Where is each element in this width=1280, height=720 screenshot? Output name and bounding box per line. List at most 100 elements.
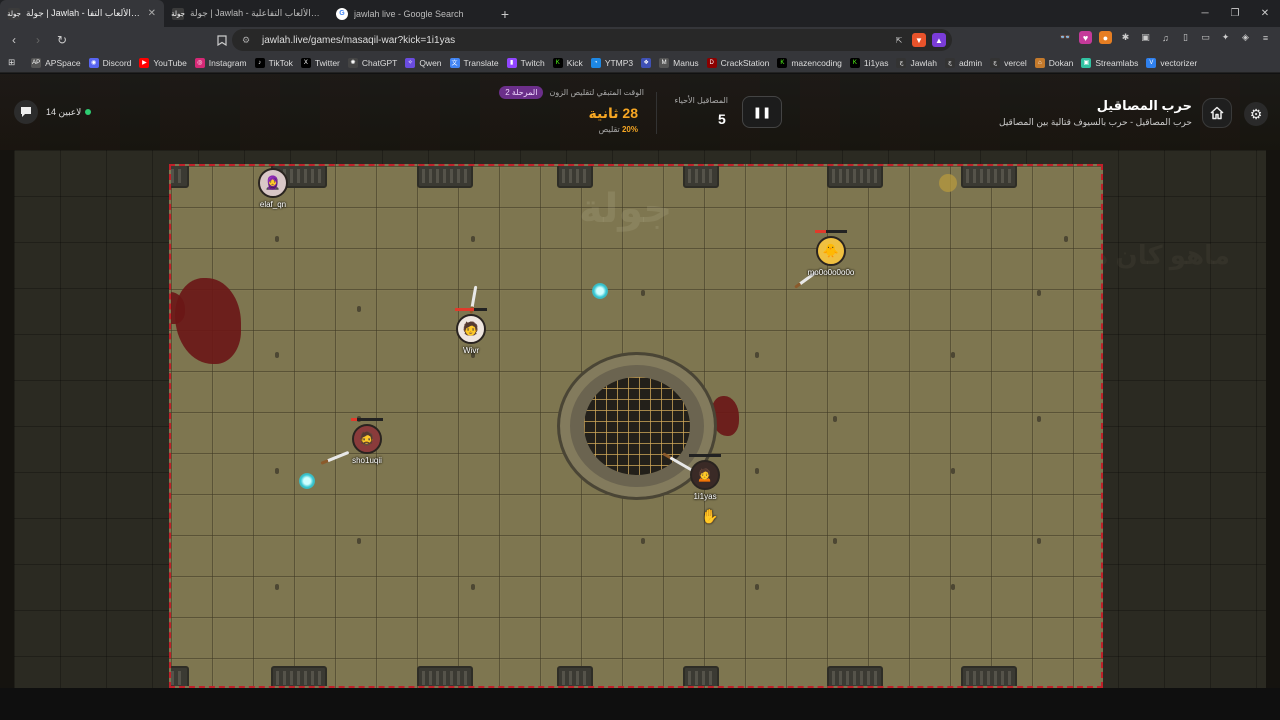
floor-stud (641, 538, 645, 544)
apps-grid-icon[interactable]: ⊞ (0, 57, 27, 68)
bookmark-label: Manus (673, 57, 699, 68)
kick-icon: K (777, 57, 788, 68)
health-fill (455, 308, 475, 311)
ytmp3-icon: ◔ (590, 57, 601, 68)
player-elaf-qn[interactable]: 🧕 elaf_qn (233, 168, 313, 209)
arena-zone[interactable]: جولة 🧕 elaf_qn 🐥 mo0o0o0o0o 🧑 Wivr 🧔 sho… (169, 164, 1103, 688)
discord-icon: ◉ (88, 57, 99, 68)
floor-stud (1037, 290, 1041, 296)
bookmark-label: mazencoding (791, 57, 842, 68)
game-canvas[interactable]: ماهو كان هنا جولة 🧕 elaf_qn 🐥 mo0o0o0o0o… (14, 150, 1266, 688)
bookmark-chatgpt[interactable]: ✺ ChatGPT (344, 57, 401, 68)
player-1i1yas[interactable]: 🙍 1i1yas (665, 454, 745, 501)
bookmark-crackstation[interactable]: D CrackStation (703, 57, 774, 68)
screenshot-icon[interactable]: ▣ (1139, 31, 1152, 44)
tab-bar: جولة جولة | Jawlah - منصة الألعاب التفا … (0, 0, 1280, 27)
dokan-icon: ⌂ (1034, 57, 1045, 68)
bookmark-apspace[interactable]: AP APSpace (27, 57, 84, 68)
puzzle-icon[interactable]: ✱ (1119, 31, 1132, 44)
home-button[interactable] (1202, 98, 1232, 128)
glasses-icon[interactable]: 👓 (1059, 31, 1072, 44)
floor-stud (275, 468, 279, 474)
vpn-icon[interactable]: ◈ (1239, 31, 1252, 44)
extension-shield-icon[interactable]: ♥ (1079, 31, 1092, 44)
bookmark-mazencoding[interactable]: Kmazencoding (773, 57, 846, 68)
reload-icon[interactable]: ↻ (52, 30, 72, 50)
new-tab-button[interactable]: + (492, 0, 518, 27)
extension-orange-icon[interactable]: ● (1099, 31, 1112, 44)
brave-rewards-icon[interactable]: ▲ (932, 33, 946, 47)
bookmark-qwen[interactable]: ✧ Qwen (401, 57, 445, 68)
bookmark-ytmp3[interactable]: ◔ YTMP3 (587, 57, 637, 68)
wall-grate (417, 666, 473, 686)
back-icon[interactable]: ‹ (4, 30, 24, 50)
player-name: 1i1yas (693, 492, 717, 501)
bookmark-twitter[interactable]: X Twitter (297, 57, 344, 68)
share-icon[interactable]: ⇱ (892, 33, 906, 47)
player-sho1uqii[interactable]: 🧔 sho1uqii (327, 418, 407, 465)
floor-stud (951, 468, 955, 474)
bookmark-translate[interactable]: 文 Translate (446, 57, 503, 68)
bookmark-discord[interactable]: ◉ Discord (85, 57, 136, 68)
bookmark-vectorizer[interactable]: Vvectorizer (1142, 57, 1201, 68)
bookmark-twitch[interactable]: ▮ Twitch (503, 57, 549, 68)
zone-shrink: 20% تقليص (496, 125, 644, 134)
home-icon (1210, 106, 1224, 120)
music-icon[interactable]: ♫ (1159, 31, 1172, 44)
apspace-icon: AP (31, 57, 42, 68)
bookmark-streamlabs[interactable]: ▣ Streamlabs (1077, 57, 1142, 68)
player-wivr[interactable]: 🧑 Wivr (431, 308, 511, 355)
brave-shield-icon[interactable]: ▼ (912, 33, 926, 47)
wall-grate (683, 666, 719, 686)
tab-google-search[interactable]: G jawlah live - Google Search (328, 0, 492, 27)
powerup-orb (299, 473, 315, 489)
wall-grate (557, 166, 593, 188)
bookmark-unnamed[interactable]: ❖ (637, 57, 655, 68)
settings-gear-icon[interactable]: ⚙ (1244, 102, 1268, 126)
online-count: 14 لاعبين (46, 107, 92, 118)
tab-jawlah[interactable]: جولة جولة | Jawlah - منصة الألعاب التفاع… (164, 0, 328, 27)
alive-count: 5 (718, 111, 726, 127)
player-mo0o0o0o0o[interactable]: 🐥 mo0o0o0o0o (791, 230, 871, 277)
address-bar[interactable]: ⚙ jawlah.live/games/masaqil-war?kick=1i1… (232, 29, 952, 51)
pause-button[interactable]: ❚❚ (742, 96, 782, 128)
instagram-icon: ◎ (194, 57, 205, 68)
chatgpt-icon: ✺ (347, 57, 358, 68)
player-health-bar (815, 230, 847, 233)
menu-icon[interactable]: ≡ (1259, 31, 1272, 44)
crackstation-icon: D (706, 57, 717, 68)
gear-bookmark-icon: ❖ (641, 57, 652, 68)
bookmark-dokan[interactable]: ⌂ Dokan (1031, 57, 1078, 68)
health-fill (351, 418, 358, 421)
wallet-icon[interactable]: ▭ (1199, 31, 1212, 44)
close-window-icon[interactable]: ✕ (1250, 0, 1280, 27)
bookmark-youtube[interactable]: ▶ YouTube (135, 57, 190, 68)
bookmark-jawlah[interactable]: ج Jawlah (892, 57, 940, 68)
chat-bubble-icon (21, 107, 31, 117)
bookmark-instagram[interactable]: ◎ Instagram (191, 57, 251, 68)
bookmark-kick[interactable]: K Kick (549, 57, 587, 68)
bookmark-manus[interactable]: M Manus (655, 57, 703, 68)
minimize-icon[interactable]: ─ (1190, 0, 1220, 27)
bookmark-admin[interactable]: ج admin (941, 57, 986, 68)
site-info-icon[interactable]: ⚙ (242, 35, 256, 46)
bookmark-1i1yas[interactable]: K 1i1yas (846, 57, 893, 68)
sidebar-icon[interactable]: ▯ (1179, 31, 1192, 44)
extension-icons: 👓 ♥ ● ✱ ▣ ♫ ▯ ▭ ✦ ◈ ≡ (1059, 31, 1272, 44)
bookmark-label: Discord (102, 57, 132, 68)
forward-icon[interactable]: › (28, 30, 48, 50)
tab-jawlah-active[interactable]: جولة جولة | Jawlah - منصة الألعاب التفا … (0, 0, 164, 27)
jawlah-watermark: جولة (579, 187, 673, 231)
bookmark-label: YouTube (153, 57, 187, 68)
close-tab-icon[interactable]: ✕ (148, 8, 156, 19)
chat-button[interactable] (14, 100, 38, 124)
alive-label: المصاقيل الأحياء (674, 96, 728, 105)
bookmark-star-icon[interactable] (212, 30, 232, 50)
floor-stud (951, 352, 955, 358)
kick-icon: K (849, 57, 860, 68)
maximize-icon[interactable]: ❐ (1220, 0, 1250, 27)
bookmarks-bar: ⊞ AP APSpace ◉ Discord ▶ YouTube ◎ Instagram… (0, 53, 1280, 73)
bookmark-vercel[interactable]: ج vercel (986, 57, 1031, 68)
bookmark-tiktok[interactable]: ♪ TikTok (251, 57, 297, 68)
leo-ai-icon[interactable]: ✦ (1219, 31, 1232, 44)
